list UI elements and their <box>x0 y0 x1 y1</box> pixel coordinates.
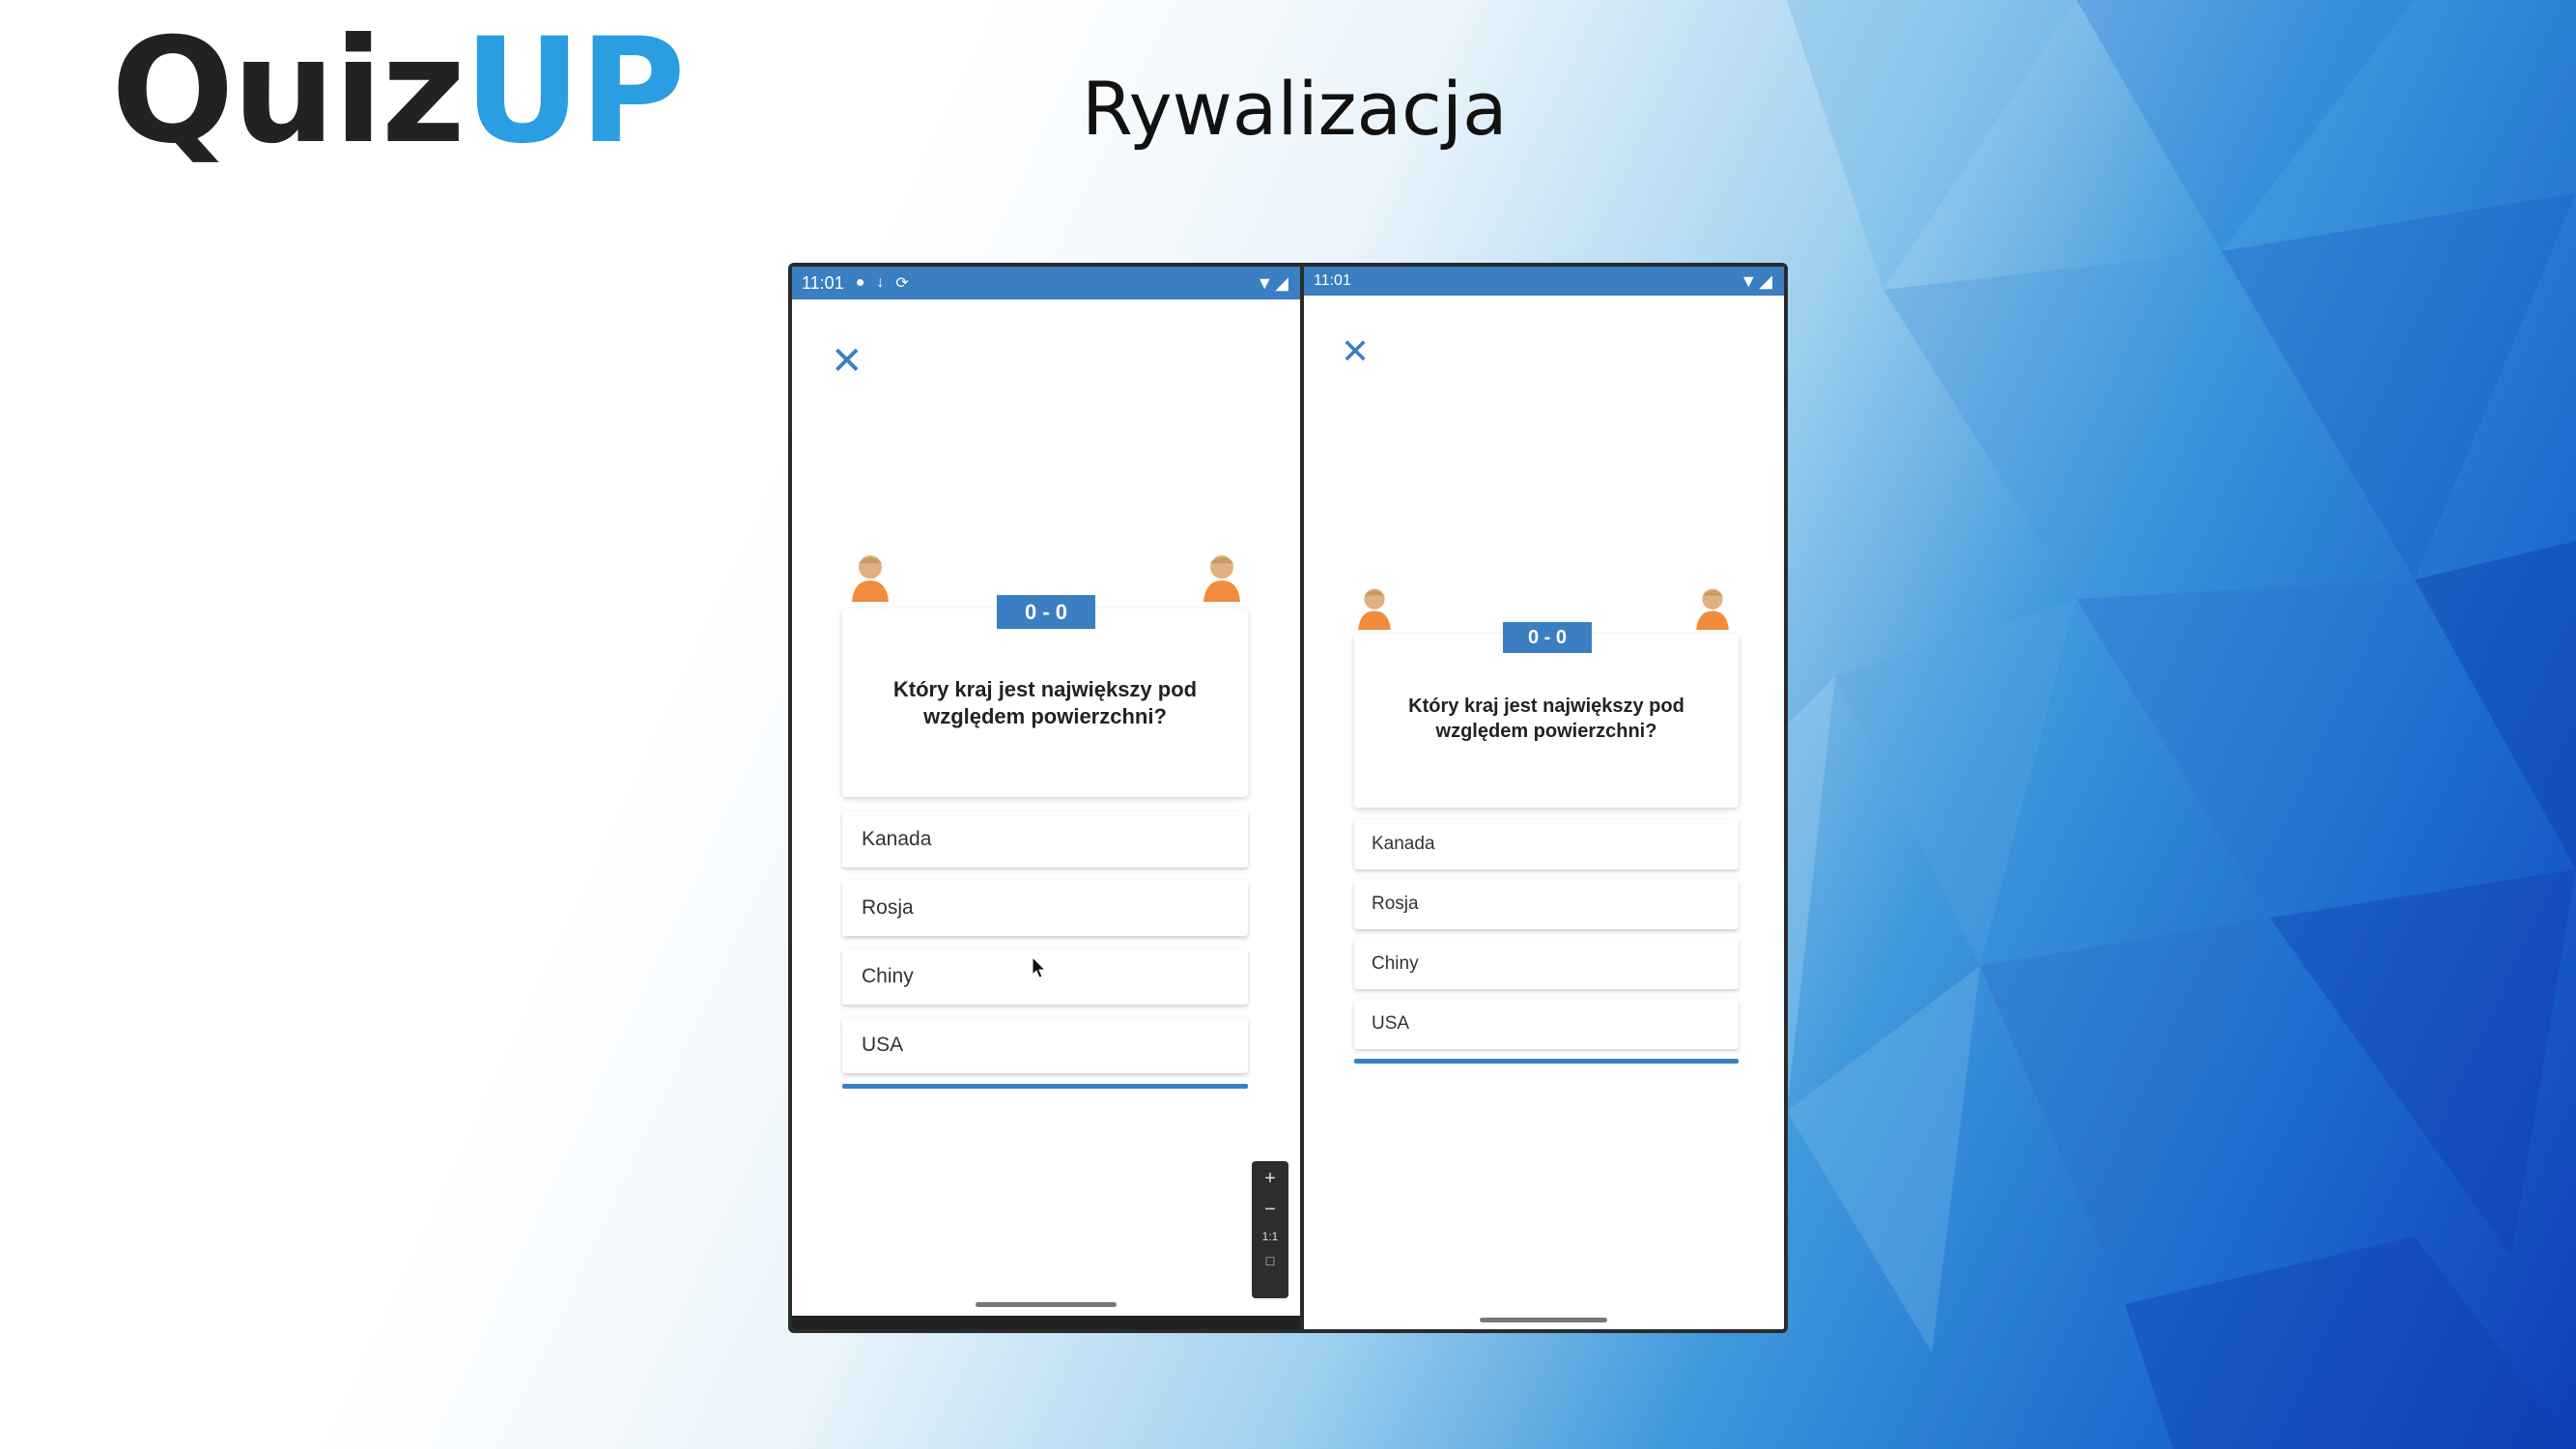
answer-option[interactable]: Rosja <box>1354 879 1739 929</box>
player-avatar-icon <box>852 555 889 602</box>
left-phone-screen: 11:01 ● ↓ ⟳ ▼◢ ✕ 0 - 0 Który kraj jest n… <box>788 263 1304 1333</box>
score-badge: 0 - 0 <box>997 595 1095 629</box>
logo-quiz-text: Quiz <box>111 8 466 176</box>
score-badge: 0 - 0 <box>1503 622 1592 653</box>
status-time: 11:01 <box>802 272 844 293</box>
emulator-zoom-controls: + − 1:1 □ <box>1252 1161 1288 1298</box>
zoom-fit-button[interactable]: □ <box>1266 1254 1274 1267</box>
answer-option[interactable]: Kanada <box>842 811 1248 867</box>
question-text: Który kraj jest największy pod względem … <box>1408 696 1684 742</box>
progress-bar <box>842 1084 1248 1089</box>
home-indicator <box>1480 1318 1607 1322</box>
mouse-cursor-icon <box>1032 956 1047 979</box>
zoom-reset-button[interactable]: 1:1 <box>1262 1231 1279 1242</box>
status-bar: 11:01 ● ↓ ⟳ ▼◢ <box>792 267 1300 299</box>
console-strip <box>792 1316 1300 1329</box>
logo-up-text: UP <box>464 8 686 176</box>
answer-option[interactable]: Rosja <box>842 880 1248 936</box>
question-text: Który kraj jest największy pod względem … <box>892 677 1198 728</box>
close-icon[interactable]: ✕ <box>1341 334 1370 369</box>
chat-icon: ● <box>855 274 865 291</box>
sync-icon: ⟳ <box>895 275 909 292</box>
progress-bar <box>1354 1059 1739 1064</box>
zoom-out-button[interactable]: − <box>1264 1200 1276 1219</box>
answer-option[interactable]: USA <box>842 1017 1248 1073</box>
quizup-logo: QuizUP <box>111 19 686 164</box>
home-indicator <box>976 1302 1117 1307</box>
status-time: 11:01 <box>1314 272 1351 289</box>
answer-option[interactable]: Kanada <box>1354 819 1739 869</box>
answer-option[interactable]: USA <box>1354 999 1739 1049</box>
answer-option[interactable]: Chiny <box>1354 939 1739 989</box>
download-icon: ↓ <box>876 274 885 291</box>
slide-heading: Rywalizacja <box>1082 66 1508 152</box>
wifi-signal-icon: ▼◢ <box>1740 270 1774 291</box>
opponent-avatar-icon <box>1203 555 1240 602</box>
right-phone-screen: 11:01 ▼◢ ✕ 0 - 0 Który kraj jest najwięk… <box>1300 263 1788 1333</box>
player-avatar-icon <box>1358 588 1391 630</box>
opponent-avatar-icon <box>1696 588 1729 630</box>
status-bar: 11:01 ▼◢ <box>1304 267 1784 296</box>
close-icon[interactable]: ✕ <box>831 342 863 381</box>
zoom-in-button[interactable]: + <box>1264 1169 1276 1188</box>
wifi-signal-icon: ▼◢ <box>1256 272 1290 293</box>
